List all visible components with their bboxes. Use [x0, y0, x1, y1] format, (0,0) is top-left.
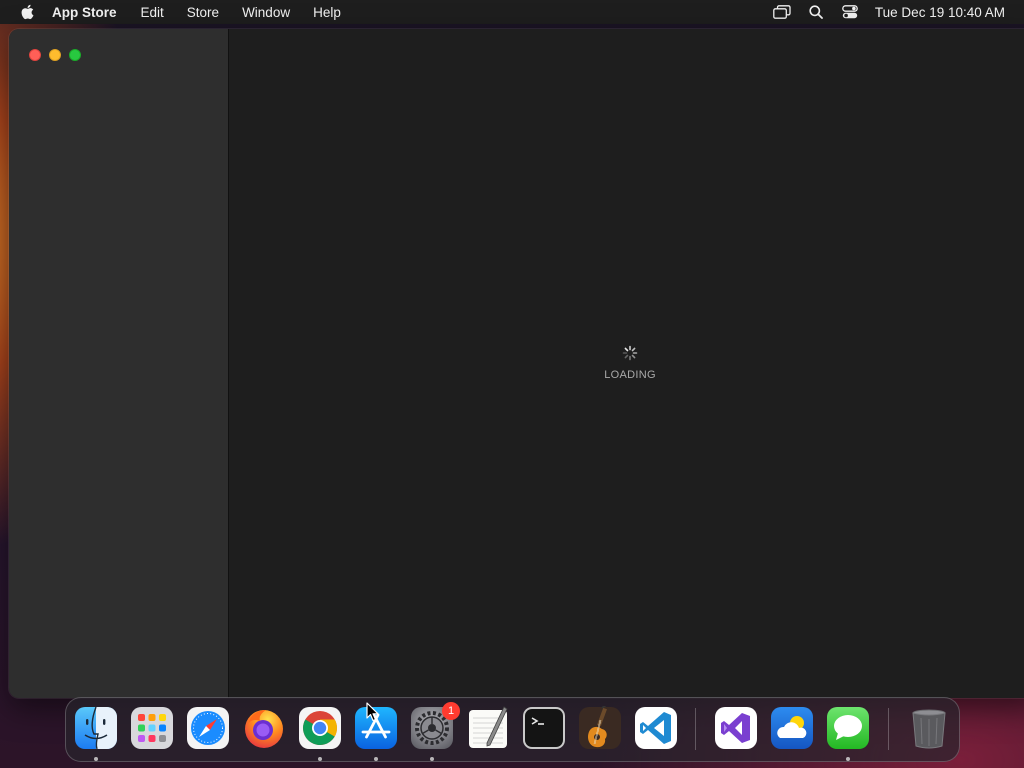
- textedit-icon: [469, 706, 508, 748]
- dock-visual-studio[interactable]: [714, 706, 758, 750]
- running-indicator: [374, 757, 378, 761]
- trash-icon: [912, 709, 946, 749]
- garageband-icon: [579, 706, 621, 749]
- menubar-clock[interactable]: Tue Dec 19 10:40 AM: [875, 5, 1005, 20]
- traffic-lights: [29, 49, 81, 61]
- messages-icon: [827, 707, 869, 749]
- running-indicator: [318, 757, 322, 761]
- running-indicator: [846, 757, 850, 761]
- menu-help[interactable]: Help: [313, 5, 341, 20]
- close-window-button[interactable]: [29, 49, 41, 61]
- app-store-window: LOADING: [9, 29, 1024, 698]
- dock-vscode[interactable]: [634, 706, 678, 750]
- launchpad-icon: [131, 707, 173, 749]
- dock-finder[interactable]: [74, 706, 118, 750]
- vscode-icon: [635, 707, 677, 749]
- dock-chrome[interactable]: [298, 706, 342, 750]
- dock-safari[interactable]: [186, 706, 230, 750]
- sidebar: [9, 29, 229, 698]
- notification-badge: 1: [442, 702, 460, 720]
- dock-system-settings[interactable]: 1: [410, 702, 460, 750]
- dock-firefox[interactable]: [242, 706, 286, 750]
- zoom-window-button[interactable]: [69, 49, 81, 61]
- dock-weather[interactable]: [770, 706, 814, 750]
- menu-app-name[interactable]: App Store: [52, 5, 117, 20]
- firefox-icon: [245, 710, 283, 748]
- running-indicator: [430, 757, 434, 761]
- safari-icon: [187, 707, 229, 749]
- finder-icon: [75, 706, 117, 750]
- menu-bar: App Store Edit Store Window Help Tue Dec: [0, 0, 1024, 24]
- menu-store[interactable]: Store: [187, 5, 219, 20]
- control-center-icon[interactable]: [839, 1, 861, 23]
- chrome-icon: [299, 707, 341, 749]
- dock-separator: [888, 708, 889, 750]
- dock-textedit[interactable]: [466, 706, 510, 750]
- minimize-window-button[interactable]: [49, 49, 61, 61]
- mouse-cursor-icon: [366, 702, 379, 722]
- weather-icon: [771, 707, 813, 749]
- dock: 1: [65, 697, 960, 762]
- dock-separator: [695, 708, 696, 750]
- dock-launchpad[interactable]: [130, 706, 174, 750]
- loading-label: LOADING: [604, 369, 656, 381]
- dock-terminal[interactable]: [522, 706, 566, 750]
- visual-studio-icon: [715, 707, 757, 749]
- running-indicator: [94, 757, 98, 761]
- apple-menu-icon[interactable]: [17, 0, 37, 24]
- dock-trash[interactable]: [907, 706, 951, 750]
- loading-spinner-icon: [622, 345, 638, 361]
- dock-garageband[interactable]: [578, 706, 622, 750]
- dock-messages[interactable]: [826, 706, 870, 750]
- screen-mirroring-icon[interactable]: [771, 1, 793, 23]
- terminal-icon: [523, 707, 565, 749]
- menu-window[interactable]: Window: [242, 5, 290, 20]
- spotlight-search-icon[interactable]: [805, 1, 827, 23]
- menu-edit[interactable]: Edit: [141, 5, 164, 20]
- main-content: LOADING: [230, 29, 1024, 698]
